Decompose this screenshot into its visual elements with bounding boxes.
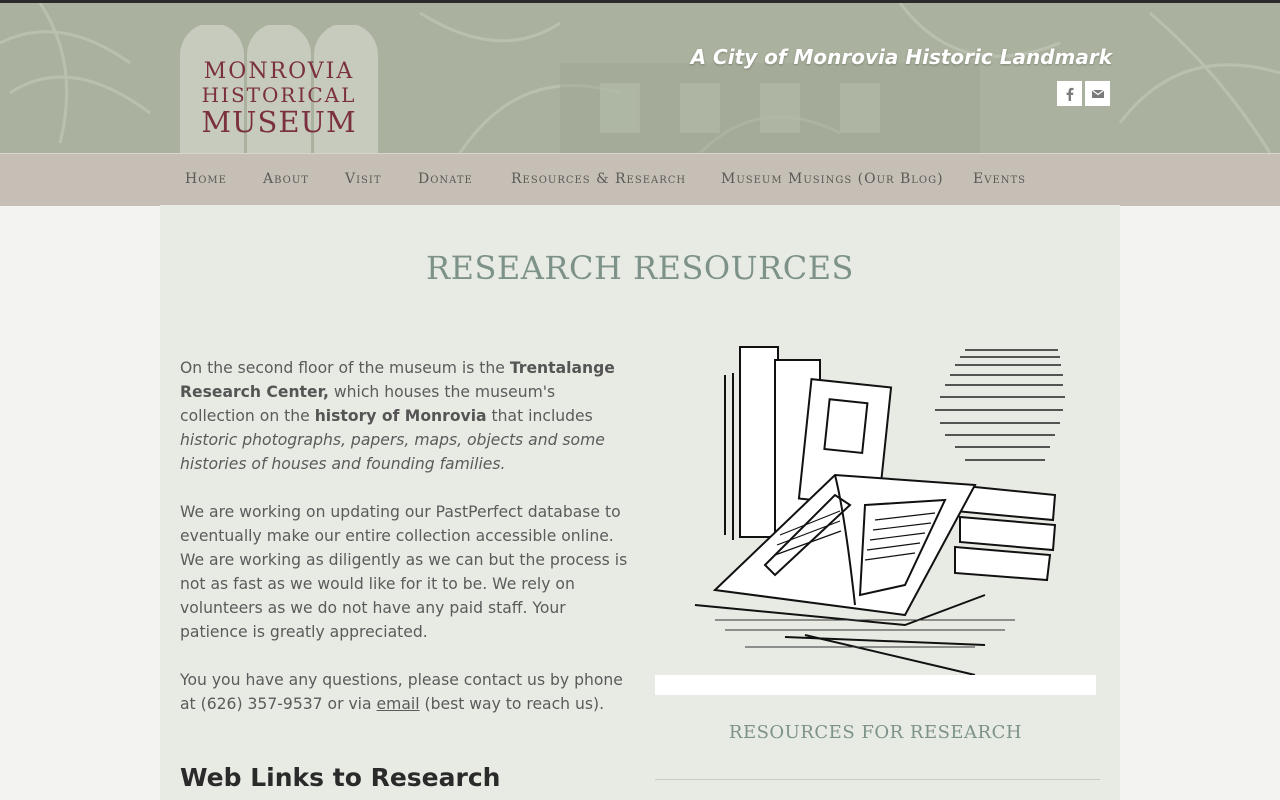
intro-text-3: that includes: [486, 407, 593, 425]
books-illustration: [655, 335, 1096, 695]
logo-line-2: HISTORICAL: [201, 83, 357, 107]
resources-for-research-heading: RESOURCES FOR RESEARCH: [728, 722, 1023, 743]
nav-events[interactable]: Events: [973, 171, 1026, 187]
contact-text-2: (best way to reach us).: [419, 695, 605, 713]
intro-text-1: On the second floor of the museum is the: [180, 359, 510, 377]
nav-donate[interactable]: Donate: [418, 171, 473, 187]
page-title: RESEARCH RESOURCES: [426, 249, 854, 287]
museum-logo[interactable]: MONROVIA HISTORICAL MUSEUM: [180, 23, 378, 153]
intro-column: On the second floor of the museum is the…: [180, 356, 630, 740]
intro-paragraph: On the second floor of the museum is the…: [180, 356, 630, 476]
mail-icon[interactable]: [1085, 81, 1110, 106]
nav-resources-research[interactable]: Resources & Research: [511, 171, 686, 187]
email-link[interactable]: email: [377, 695, 420, 713]
logo-line-3: MUSEUM: [201, 105, 357, 139]
intro-bold-history: history of Monrovia: [314, 407, 487, 425]
mail-glyph: [1091, 89, 1104, 98]
facebook-icon[interactable]: [1057, 81, 1082, 106]
database-paragraph: We are working on updating our PastPerfe…: [180, 503, 628, 641]
intro-italic-collection: historic photographs, papers, maps, obje…: [180, 431, 605, 473]
books-drawing: [694, 346, 1065, 676]
header-tagline: A City of Monrovia Historic Landmark: [690, 45, 1112, 69]
web-links-heading: Web Links to Research: [180, 763, 501, 792]
illustration-caption-strip: [655, 675, 1096, 695]
nav-about[interactable]: About: [263, 171, 309, 187]
main-content: RESEARCH RESOURCES On the second floor o…: [160, 205, 1120, 800]
site-header: MONROVIA HISTORICAL MUSEUM A City of Mon…: [0, 3, 1280, 153]
logo-line-1: MONROVIA: [203, 59, 355, 84]
facebook-glyph: [1066, 87, 1073, 101]
nav-visit[interactable]: Visit: [345, 171, 382, 187]
contact-paragraph: You you have any questions, please conta…: [180, 668, 630, 716]
nav-museum-musings[interactable]: Museum Musings (Our Blog): [721, 171, 944, 187]
section-divider: [655, 779, 1100, 780]
nav-home[interactable]: Home: [185, 171, 227, 187]
main-navigation: Home About Visit Donate Resources & Rese…: [0, 153, 1280, 206]
